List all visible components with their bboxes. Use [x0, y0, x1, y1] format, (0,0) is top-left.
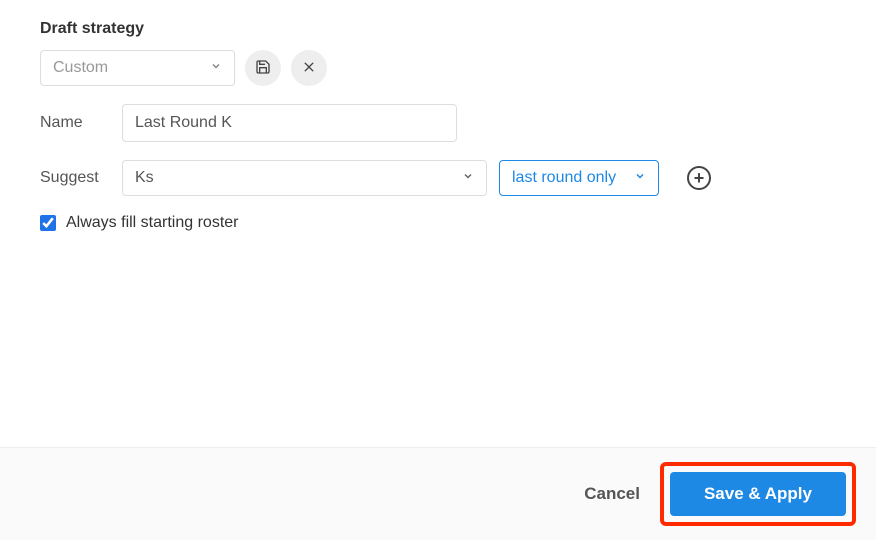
strategy-select-value: Custom [53, 59, 108, 77]
suggest-position-select[interactable]: Ks [122, 160, 487, 196]
suggest-position-value: Ks [135, 169, 154, 187]
name-input[interactable] [122, 104, 457, 142]
save-icon [255, 59, 271, 78]
clear-icon-button[interactable] [291, 50, 327, 86]
save-icon-button[interactable] [245, 50, 281, 86]
add-rule-button[interactable]: + [687, 166, 711, 190]
section-title: Draft strategy [40, 20, 836, 38]
cancel-button[interactable]: Cancel [574, 476, 650, 512]
fill-roster-checkbox[interactable] [40, 215, 56, 231]
close-icon [301, 59, 317, 78]
suggest-label: Suggest [40, 169, 110, 187]
footer: Cancel Save & Apply [0, 447, 876, 540]
chevron-down-icon [634, 169, 646, 187]
suggest-timing-value: last round only [512, 169, 616, 187]
plus-icon: + [694, 169, 705, 187]
chevron-down-icon [210, 59, 222, 77]
highlight-annotation: Save & Apply [660, 462, 856, 526]
strategy-select[interactable]: Custom [40, 50, 235, 86]
chevron-down-icon [462, 169, 474, 187]
save-apply-button[interactable]: Save & Apply [670, 472, 846, 516]
name-label: Name [40, 114, 110, 132]
suggest-timing-select[interactable]: last round only [499, 160, 659, 196]
fill-roster-label: Always fill starting roster [66, 214, 239, 232]
